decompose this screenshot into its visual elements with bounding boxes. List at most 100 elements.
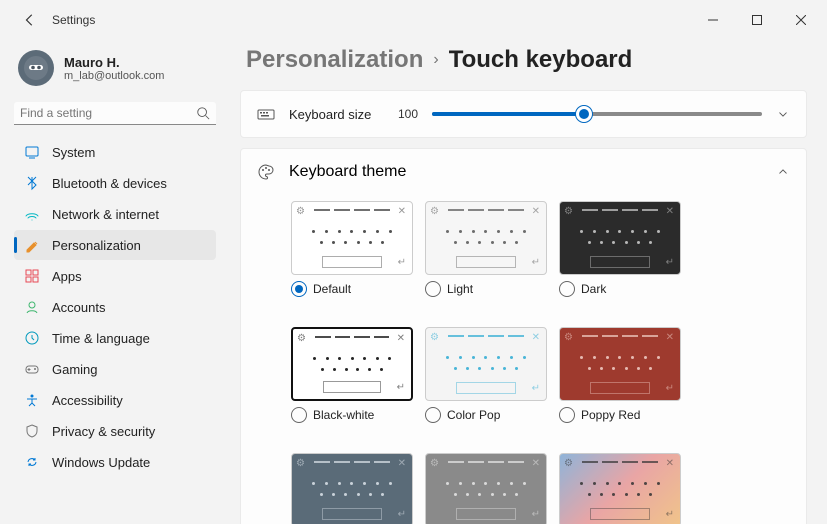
minimize-button[interactable] <box>691 5 735 35</box>
enter-icon: ↵ <box>666 509 674 520</box>
x-icon: ✕ <box>666 206 674 217</box>
theme-ice-blue[interactable]: ⚙✕↵Ice Blue <box>291 453 413 524</box>
x-icon: ✕ <box>666 458 674 469</box>
x-icon: ✕ <box>666 332 674 343</box>
back-button[interactable] <box>16 6 44 34</box>
theme-radio[interactable]: Poppy Red <box>559 407 681 423</box>
profile-email: m_lab@outlook.com <box>64 70 164 82</box>
gear-icon: ⚙ <box>430 206 439 217</box>
nav-icon <box>24 175 40 191</box>
sidebar-item-accounts[interactable]: Accounts <box>14 292 216 322</box>
theme-color-pop[interactable]: ⚙✕↵Color Pop <box>425 327 547 423</box>
close-button[interactable] <box>779 5 823 35</box>
chevron-down-icon[interactable] <box>777 108 788 119</box>
search-icon <box>196 106 210 120</box>
maximize-button[interactable] <box>735 5 779 35</box>
radio-icon <box>291 281 307 297</box>
breadcrumb-parent[interactable]: Personalization <box>246 46 423 74</box>
theme-preview: ⚙ ✕ ↵ <box>291 201 413 275</box>
sidebar-item-label: Accessibility <box>52 393 123 408</box>
enter-icon: ↵ <box>532 383 540 394</box>
theme-preview: ⚙✕↵ <box>559 453 681 524</box>
profile-name: Mauro H. <box>64 55 164 70</box>
sidebar-item-bluetooth-devices[interactable]: Bluetooth & devices <box>14 168 216 198</box>
theme-radio[interactable]: Black-white <box>291 407 413 423</box>
nav-icon <box>24 206 40 222</box>
sidebar-item-label: Time & language <box>52 331 150 346</box>
nav-icon <box>24 392 40 408</box>
theme-radio[interactable]: Dark <box>559 281 681 297</box>
sidebar-item-time-language[interactable]: Time & language <box>14 323 216 353</box>
sidebar-item-privacy-security[interactable]: Privacy & security <box>14 416 216 446</box>
x-icon: ✕ <box>398 206 406 217</box>
gear-icon: ⚙ <box>430 332 439 343</box>
keyboard-theme-label: Keyboard theme <box>289 163 406 181</box>
x-icon: ✕ <box>532 206 540 217</box>
sidebar-item-label: System <box>52 145 95 160</box>
radio-icon <box>559 407 575 423</box>
sidebar-item-network-internet[interactable]: Network & internet <box>14 199 216 229</box>
sidebar-item-label: Gaming <box>52 362 98 377</box>
theme-name: Light <box>447 282 473 296</box>
keyboard-theme-card: Keyboard theme ⚙ ✕ ↵ Default ⚙ ✕ ↵ Light ⚙ ✕ ↵ Dark… <box>240 148 807 524</box>
theme-light[interactable]: ⚙✕↵Light <box>425 201 547 297</box>
gear-icon: ⚙ <box>297 333 306 344</box>
theme-name: Poppy Red <box>581 408 640 422</box>
theme-name: Color Pop <box>447 408 500 422</box>
theme-default[interactable]: ⚙ ✕ ↵ Default <box>291 201 413 297</box>
theme-tangerine-tides[interactable]: ⚙✕↵Tangerine Tides <box>559 453 681 524</box>
nav-icon <box>24 361 40 377</box>
sidebar-item-label: Apps <box>52 269 82 284</box>
sidebar-item-system[interactable]: System <box>14 137 216 167</box>
window-title: Settings <box>52 13 95 27</box>
nav-icon <box>24 237 40 253</box>
sidebar-item-windows-update[interactable]: Windows Update <box>14 447 216 477</box>
gear-icon: ⚙ <box>564 332 573 343</box>
keyboard-size-slider[interactable] <box>432 112 762 116</box>
sidebar-item-label: Network & internet <box>52 207 159 222</box>
sidebar-item-label: Windows Update <box>52 455 150 470</box>
theme-radio[interactable]: Light <box>425 281 547 297</box>
enter-icon: ↵ <box>398 257 406 268</box>
palette-icon <box>257 163 275 181</box>
sidebar-item-gaming[interactable]: Gaming <box>14 354 216 384</box>
theme-name: Black-white <box>313 408 374 422</box>
x-icon: ✕ <box>398 458 406 469</box>
sidebar-item-label: Personalization <box>52 238 141 253</box>
gear-icon: ⚙ <box>296 206 305 217</box>
keyboard-theme-header[interactable]: Keyboard theme <box>257 163 790 201</box>
search-input[interactable] <box>20 106 196 120</box>
enter-icon: ↵ <box>666 257 674 268</box>
keyboard-size-card[interactable]: Keyboard size 100 <box>240 90 807 138</box>
nav-icon <box>24 330 40 346</box>
theme-dark[interactable]: ⚙ ✕ ↵ Dark <box>559 201 681 297</box>
x-icon: ✕ <box>532 458 540 469</box>
chevron-up-icon[interactable] <box>777 166 788 177</box>
theme-platinum[interactable]: ⚙✕↵Platinum <box>425 453 547 524</box>
profile[interactable]: Mauro H. m_lab@outlook.com <box>14 46 216 100</box>
avatar <box>18 50 54 86</box>
enter-icon: ↵ <box>397 382 405 393</box>
nav-icon <box>24 299 40 315</box>
theme-preview: ⚙ ✕ ↵ <box>559 201 681 275</box>
search-box[interactable] <box>14 102 216 125</box>
theme-radio[interactable]: Default <box>291 281 413 297</box>
chevron-right-icon: › <box>433 51 438 69</box>
theme-preview: ⚙✕↵ <box>559 327 681 401</box>
sidebar-item-personalization[interactable]: Personalization <box>14 230 216 260</box>
nav-icon <box>24 454 40 470</box>
x-icon: ✕ <box>397 333 405 344</box>
keyboard-size-icon <box>257 105 275 123</box>
theme-preview: ⚙ ✕ ↵ <box>291 327 413 401</box>
theme-poppy-red[interactable]: ⚙✕↵Poppy Red <box>559 327 681 423</box>
sidebar-item-label: Privacy & security <box>52 424 155 439</box>
enter-icon: ↵ <box>532 509 540 520</box>
sidebar-item-accessibility[interactable]: Accessibility <box>14 385 216 415</box>
gear-icon: ⚙ <box>564 206 573 217</box>
theme-radio[interactable]: Color Pop <box>425 407 547 423</box>
gear-icon: ⚙ <box>430 458 439 469</box>
nav-icon <box>24 423 40 439</box>
theme-black-white[interactable]: ⚙ ✕ ↵ Black-white <box>291 327 413 423</box>
sidebar-item-apps[interactable]: Apps <box>14 261 216 291</box>
gear-icon: ⚙ <box>296 458 305 469</box>
